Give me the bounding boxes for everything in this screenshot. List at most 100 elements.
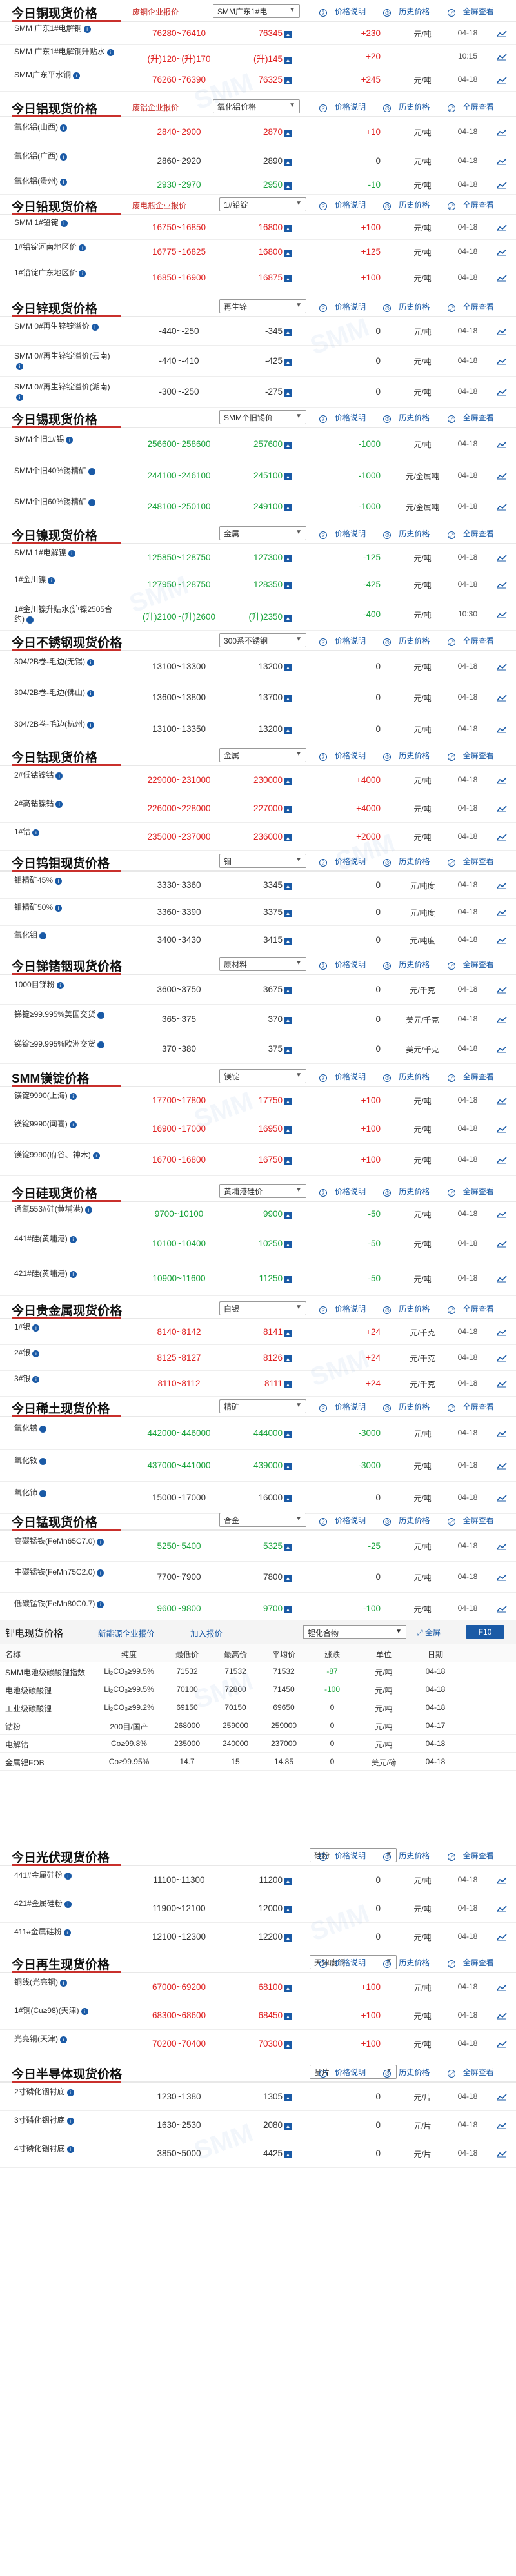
info-icon[interactable]: i [16,363,23,370]
trend-chart-icon[interactable] [497,1933,507,1941]
product-name[interactable]: 通氧553#硅(黄埔港) i [14,1204,114,1214]
product-name[interactable]: 3寸磷化铟衬底 i [14,2116,114,2125]
product-name[interactable]: SMM 广东1#电解铜升贴水 i [14,47,114,57]
trend-chart-icon[interactable] [497,725,507,733]
trend-chart-icon[interactable] [497,805,507,812]
info-icon[interactable]: i [32,1350,40,1357]
history-price-link[interactable]: ⏱ 历史价格 [383,960,437,970]
trend-chart-icon[interactable] [497,503,507,511]
trend-chart-icon[interactable] [497,181,507,189]
product-name[interactable]: 1#铜(Cu≥98)(天津) i [14,2006,114,2016]
category-select[interactable]: 精矿 ▼ [219,1399,306,1413]
info-icon[interactable]: i [106,49,114,56]
info-icon[interactable]: i [92,1152,100,1159]
price-row[interactable]: SMM 广东1#电解铜 i 76280~76410 76345 ▲ +230 元/吨… [0,22,516,45]
product-name[interactable]: 镁锭9990(府谷、神木) i [14,1150,114,1160]
detail-badge-icon[interactable]: ▲ [284,1431,292,1438]
trend-chart-icon[interactable] [497,1354,507,1362]
trend-chart-icon[interactable] [497,357,507,365]
detail-badge-icon[interactable]: ▲ [284,2151,292,2158]
trend-chart-icon[interactable] [497,157,507,165]
info-icon[interactable]: i [69,1121,77,1128]
history-price-link[interactable]: ⏱ 历史价格 [383,1072,437,1082]
product-name[interactable]: 铜线(光亮铜) i [14,1978,114,1987]
info-icon[interactable]: i [66,437,74,444]
trend-chart-icon[interactable] [497,1275,507,1283]
detail-badge-icon[interactable]: ▲ [284,1934,292,1942]
info-icon[interactable]: i [32,1376,40,1383]
history-price-link[interactable]: ⏱ 历史价格 [383,1187,437,1197]
table-row[interactable]: 钴粉 200目/国产 268000 259000 259000 0 元/吨 04-17 [0,1716,516,1735]
price-row[interactable]: 2寸磷化铟衬底 i 1230~1380 1305 ▲ 0 元/片 04-18 [0,2083,516,2111]
fullscreen-link[interactable]: ⤢ 全屏查看 [447,751,502,761]
trend-chart-icon[interactable] [497,1240,507,1248]
info-icon[interactable]: i [32,1324,40,1332]
product-name[interactable]: 氧化铝(广西) i [14,152,114,161]
product-name[interactable]: SMM广东平水铜 i [14,70,114,80]
detail-badge-icon[interactable]: ▲ [284,2041,292,2049]
category-select[interactable]: 原材料 ▼ [219,957,306,971]
price-row[interactable]: 1#金川镍 i 127950~128750 128350 ▲ -425 元/吨 04… [0,571,516,598]
price-row[interactable]: SMM 0#再生锌锭溢价 i -440~-250 -345 ▲ 0 元/吨 04-1… [0,317,516,346]
fullscreen-link[interactable]: ⤢ 全屏查看 [447,7,502,17]
trend-chart-icon[interactable] [497,663,507,671]
detail-badge-icon[interactable]: ▲ [284,695,292,702]
price-row[interactable]: SMM个旧60%锡精矿 i 248100~250100 249100 ▲ -1000… [0,491,516,522]
trend-chart-icon[interactable] [497,76,507,84]
detail-badge-icon[interactable]: ▲ [284,1878,292,1885]
product-name[interactable]: 441#金属硅粉 i [14,1871,114,1880]
price-row[interactable]: 1#铅锭河南地区价 i 16775~16825 16800 ▲ +125 元/吨 0… [0,240,516,264]
price-row[interactable]: 氧化铝(贵州) i 2930~2970 2950 ▲ -10 元/吨 04-18 [0,175,516,195]
detail-badge-icon[interactable]: ▲ [284,582,292,589]
price-help-link[interactable]: ? 价格说明 [319,636,373,646]
product-name[interactable]: 2寸磷化铟衬底 i [14,2087,114,2097]
detail-badge-icon[interactable]: ▲ [284,2013,292,2020]
price-row[interactable]: 氧化镨 i 442000~446000 444000 ▲ -3000 元/吨 04-… [0,1417,516,1450]
trend-chart-icon[interactable] [497,1210,507,1218]
detail-badge-icon[interactable]: ▲ [284,504,292,511]
fullscreen-link[interactable]: ⤢ 全屏查看 [447,2068,502,2078]
info-icon[interactable]: i [87,659,95,666]
detail-badge-icon[interactable]: ▲ [284,442,292,449]
detail-badge-icon[interactable]: ▲ [284,1212,292,1219]
product-name[interactable]: 4寸磷化铟衬底 i [14,2144,114,2154]
detail-badge-icon[interactable]: ▲ [284,1276,292,1283]
info-icon[interactable]: i [83,26,91,33]
price-row[interactable]: 1#铜(Cu≥98)(天津) i 68300~68600 68450 ▲ +100 … [0,2001,516,2030]
price-row[interactable]: 304/2B卷-毛边(无锡) i 13100~13300 13200 ▲ 0 元/吨… [0,651,516,682]
category-select[interactable]: 锂化合物 ▼ [303,1625,406,1639]
history-price-link[interactable]: ⏱ 历史价格 [383,636,437,646]
trend-chart-icon[interactable] [497,1905,507,1912]
product-name[interactable]: 钼精矿45% i [14,876,114,885]
product-name[interactable]: 1#金川镍升贴水(沪镍2505合约) i [14,605,114,624]
trend-chart-icon[interactable] [497,1983,507,1991]
history-price-link[interactable]: ⏱ 历史价格 [383,201,437,210]
price-row[interactable]: 氧化铝(广西) i 2860~2920 2890 ▲ 0 元/吨 04-18 [0,146,516,175]
detail-badge-icon[interactable]: ▲ [284,910,292,917]
category-select[interactable]: 钼 ▼ [219,854,306,868]
category-select[interactable]: 合金 ▼ [219,1513,306,1527]
detail-badge-icon[interactable]: ▲ [284,1098,292,1105]
fullscreen-link[interactable]: ⤢ 全屏查看 [447,1958,502,1968]
product-name[interactable]: 1#金川镍 i [14,575,114,585]
detail-badge-icon[interactable]: ▲ [284,1355,292,1362]
product-name[interactable]: 镁锭9990(上海) i [14,1091,114,1101]
info-icon[interactable]: i [60,179,67,186]
trend-chart-icon[interactable] [497,328,507,335]
price-row[interactable]: 421#硅(黄埔港) i 10900~11600 11250 ▲ -50 元/吨 0… [0,1261,516,1296]
product-name[interactable]: 1#银 i [14,1322,114,1332]
detail-badge-icon[interactable]: ▲ [284,834,292,841]
fullscreen-link[interactable]: ⤢ 全屏查看 [447,1072,502,1082]
category-select[interactable]: 金属 ▼ [219,526,306,540]
info-icon[interactable]: i [97,1569,104,1577]
info-icon[interactable]: i [16,394,23,401]
product-name[interactable]: 氧化钕 i [14,1456,114,1466]
price-help-link[interactable]: ? 价格说明 [319,302,373,312]
trend-chart-icon[interactable] [497,224,507,231]
info-icon[interactable]: i [66,2118,74,2125]
price-row[interactable]: SMM 0#再生锌锭溢价(云南)i -440~-410 -425 ▲ 0 元/吨 … [0,346,516,377]
trend-chart-icon[interactable] [497,1125,507,1133]
price-row[interactable]: 镁锭9990(上海) i 17700~17800 17750 ▲ +100 元/吨 … [0,1087,516,1114]
info-icon[interactable]: i [97,1012,104,1019]
product-name[interactable]: 421#金属硅粉 i [14,1899,114,1909]
